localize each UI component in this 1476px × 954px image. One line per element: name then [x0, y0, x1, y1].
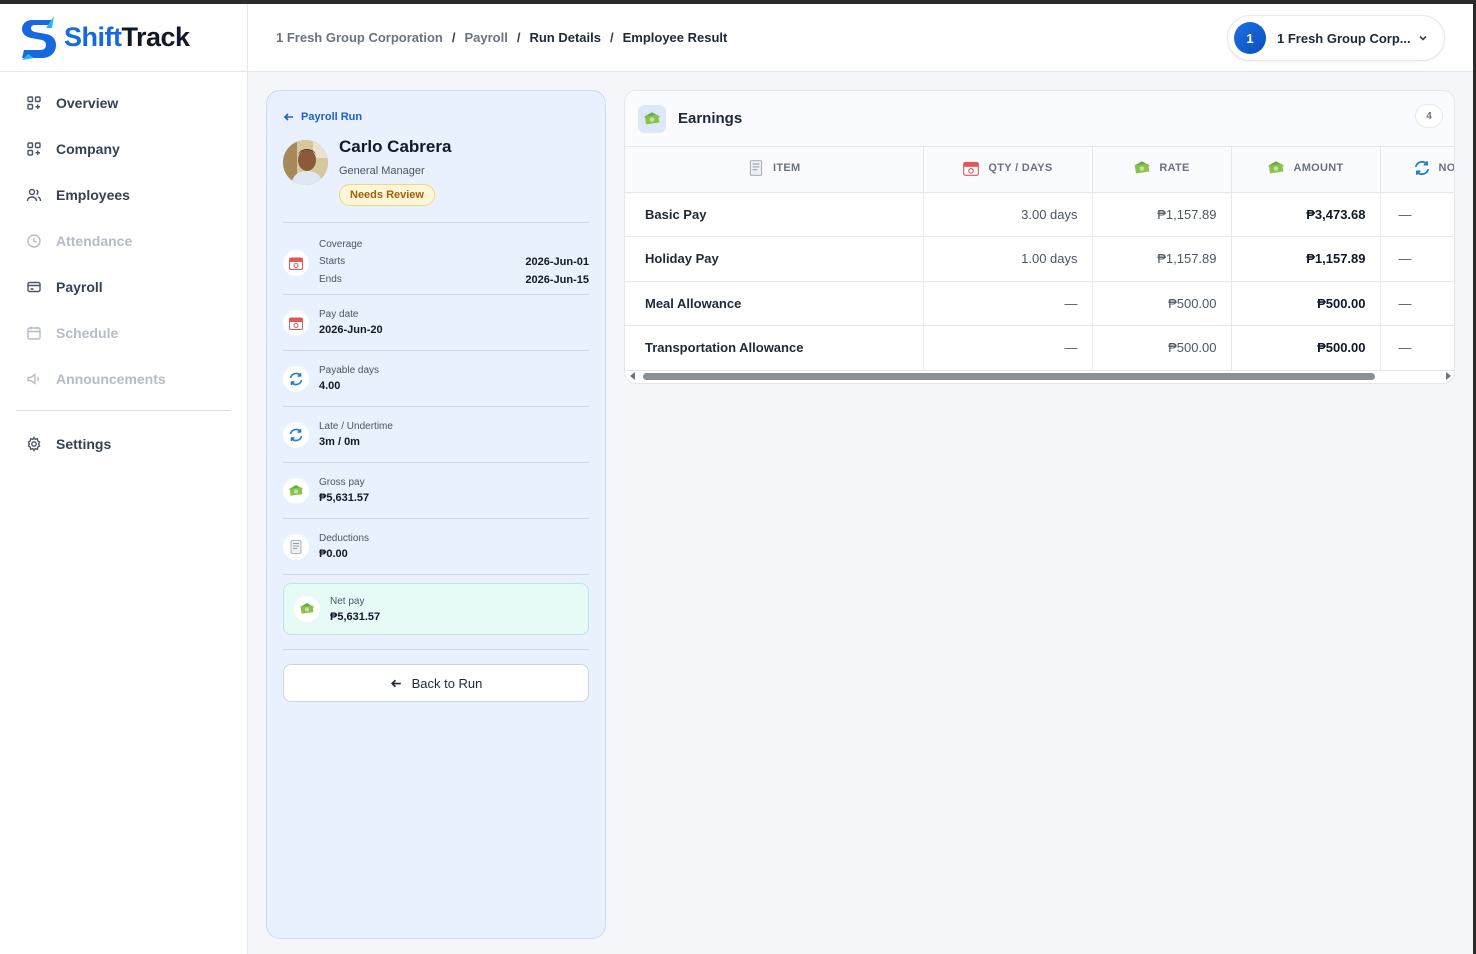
gross-pay-row: Gross pay ₱5,631.57 — [283, 462, 589, 518]
refresh-icon — [1414, 160, 1429, 175]
net-pay-box: Net pay ₱5,631.57 — [283, 583, 589, 635]
table-row: Holiday Pay 1.00 days ₱1,157.89 ₱1,157.8… — [625, 236, 1454, 282]
breadcrumb-employee-result: Employee Result — [622, 30, 728, 45]
coverage-end: 2026-Jun-15 — [525, 274, 589, 286]
pay-date-row: Pay date 2026-Jun-20 — [283, 294, 589, 350]
sidebar-item-settings[interactable]: Settings — [0, 421, 247, 467]
chevron-down-icon — [1419, 35, 1427, 41]
back-to-run-button[interactable]: Back to Run — [283, 664, 589, 702]
earnings-table: ITEM QTY / DAYS RATE AMOUNT NO Basic Pay… — [625, 147, 1454, 371]
sidebar-item-company[interactable]: Company — [0, 126, 247, 172]
grid-icon — [26, 95, 42, 111]
sidebar-item-payroll[interactable]: Payroll — [0, 264, 247, 310]
sidebar-item-schedule[interactable]: Schedule — [0, 310, 247, 356]
gross-pay-value: ₱5,631.57 — [319, 492, 370, 504]
sidebar-item-label: Schedule — [56, 325, 119, 341]
payroll-run-back-link[interactable]: Payroll Run — [283, 111, 589, 123]
money-icon — [638, 104, 666, 133]
receipt-icon — [749, 159, 763, 176]
pay-date-value: 2026-Jun-20 — [319, 324, 383, 336]
arrow-left-icon — [283, 113, 293, 121]
company-avatar: 1 — [1234, 22, 1266, 54]
deductions-row: Deductions ₱0.00 — [283, 518, 589, 574]
late-undertime-value: 3m / 0m — [319, 436, 360, 448]
avatar — [283, 140, 328, 185]
column-header-item[interactable]: ITEM — [625, 147, 924, 193]
scroll-left-arrow-icon[interactable] — [630, 372, 635, 380]
breadcrumb: 1 Fresh Group Corporation / Payroll / Ru… — [276, 30, 728, 45]
breadcrumb-company[interactable]: 1 Fresh Group Corporation — [276, 30, 443, 45]
money-icon — [294, 596, 320, 622]
users-icon — [26, 187, 42, 203]
money-icon — [1268, 161, 1285, 174]
sidebar-item-label: Announcements — [56, 371, 166, 387]
coverage-row: Coverage Starts 2026-Jun-01 Ends 2026-Jun-… — [283, 222, 589, 294]
earnings-table-scroll[interactable]: ITEM QTY / DAYS RATE AMOUNT NO Basic Pay… — [625, 147, 1454, 371]
column-header-amount[interactable]: AMOUNT — [1231, 147, 1381, 193]
receipt-icon — [283, 533, 309, 560]
sidebar-item-announcements[interactable]: Announcements — [0, 356, 247, 402]
late-undertime-row: Late / Undertime 3m / 0m — [283, 406, 589, 462]
refresh-icon — [283, 421, 309, 448]
money-icon — [1134, 161, 1151, 174]
calendar-icon — [26, 325, 42, 341]
refresh-icon — [283, 365, 309, 392]
company-name: 1 Fresh Group Corp... — [1277, 30, 1411, 46]
sidebar-nav: Overview Company Employees Attendance Pa… — [0, 72, 247, 467]
scroll-right-arrow-icon[interactable] — [1446, 372, 1451, 380]
deductions-value: ₱0.00 — [319, 548, 348, 560]
breadcrumb-run-details[interactable]: Run Details — [529, 30, 601, 45]
sidebar-item-overview[interactable]: Overview — [0, 80, 247, 126]
employee-header: Carlo Cabrera General Manager Needs Revi… — [283, 137, 589, 206]
table-row: Meal Allowance — ₱500.00 ₱500.00 — — [625, 281, 1454, 326]
sidebar-item-label: Overview — [56, 95, 119, 111]
calendar-icon — [283, 309, 309, 336]
sidebar-item-label: Payroll — [56, 279, 103, 295]
grid-icon — [26, 141, 42, 157]
breadcrumb-payroll[interactable]: Payroll — [464, 30, 507, 45]
shifttrack-logo-icon — [22, 15, 56, 60]
gear-icon — [26, 436, 42, 452]
sidebar-item-label: Attendance — [56, 233, 133, 249]
net-pay-value: ₱5,631.57 — [330, 610, 381, 623]
arrow-left-icon — [390, 679, 401, 687]
coverage-start: 2026-Jun-01 — [525, 256, 589, 268]
sidebar-item-label: Employees — [56, 187, 130, 203]
calendar-icon — [963, 161, 980, 176]
table-row: Basic Pay 3.00 days ₱1,157.89 ₱3,473.68 … — [625, 192, 1454, 237]
payable-days-value: 4.00 — [319, 380, 341, 392]
money-icon — [283, 477, 309, 504]
top-header: 1 Fresh Group Corporation / Payroll / Ru… — [248, 4, 1473, 72]
employee-role: General Manager — [339, 165, 425, 177]
company-switcher[interactable]: 1 1 Fresh Group Corp... — [1227, 15, 1445, 61]
sidebar-item-label: Settings — [56, 436, 112, 452]
horizontal-scrollbar[interactable] — [625, 370, 1454, 382]
scroll-thumb[interactable] — [643, 373, 1375, 380]
column-header-qty[interactable]: QTY / DAYS — [923, 147, 1093, 193]
sidebar-item-attendance[interactable]: Attendance — [0, 218, 247, 264]
employee-summary-panel: Payroll Run Carlo Cabrera General Manage… — [266, 90, 606, 939]
sidebar: ShiftTrack Overview Company Employees At… — [0, 4, 248, 954]
earnings-title: Earnings — [678, 110, 743, 127]
sidebar-item-employees[interactable]: Employees — [0, 172, 247, 218]
clock-icon — [26, 233, 42, 249]
status-badge: Needs Review — [339, 184, 435, 206]
calendar-icon — [283, 249, 309, 276]
sidebar-item-label: Company — [56, 141, 120, 157]
column-header-rate[interactable]: RATE — [1092, 147, 1232, 193]
payable-days-row: Payable days 4.00 — [283, 350, 589, 406]
earnings-header: Earnings 4 — [625, 91, 1454, 147]
wallet-icon — [26, 279, 42, 295]
earnings-count-badge: 4 — [1415, 104, 1443, 128]
brand[interactable]: ShiftTrack — [0, 4, 247, 72]
employee-name: Carlo Cabrera — [339, 137, 452, 156]
table-row: Transportation Allowance — ₱500.00 ₱500.… — [625, 325, 1454, 371]
sidebar-divider — [16, 410, 231, 411]
megaphone-icon — [26, 371, 42, 387]
column-header-notes[interactable]: NO — [1380, 147, 1454, 193]
earnings-card: Earnings 4 ITEM QTY / DAYS RATE AMOUNT N… — [624, 90, 1455, 384]
brand-name: ShiftTrack — [64, 22, 190, 52]
